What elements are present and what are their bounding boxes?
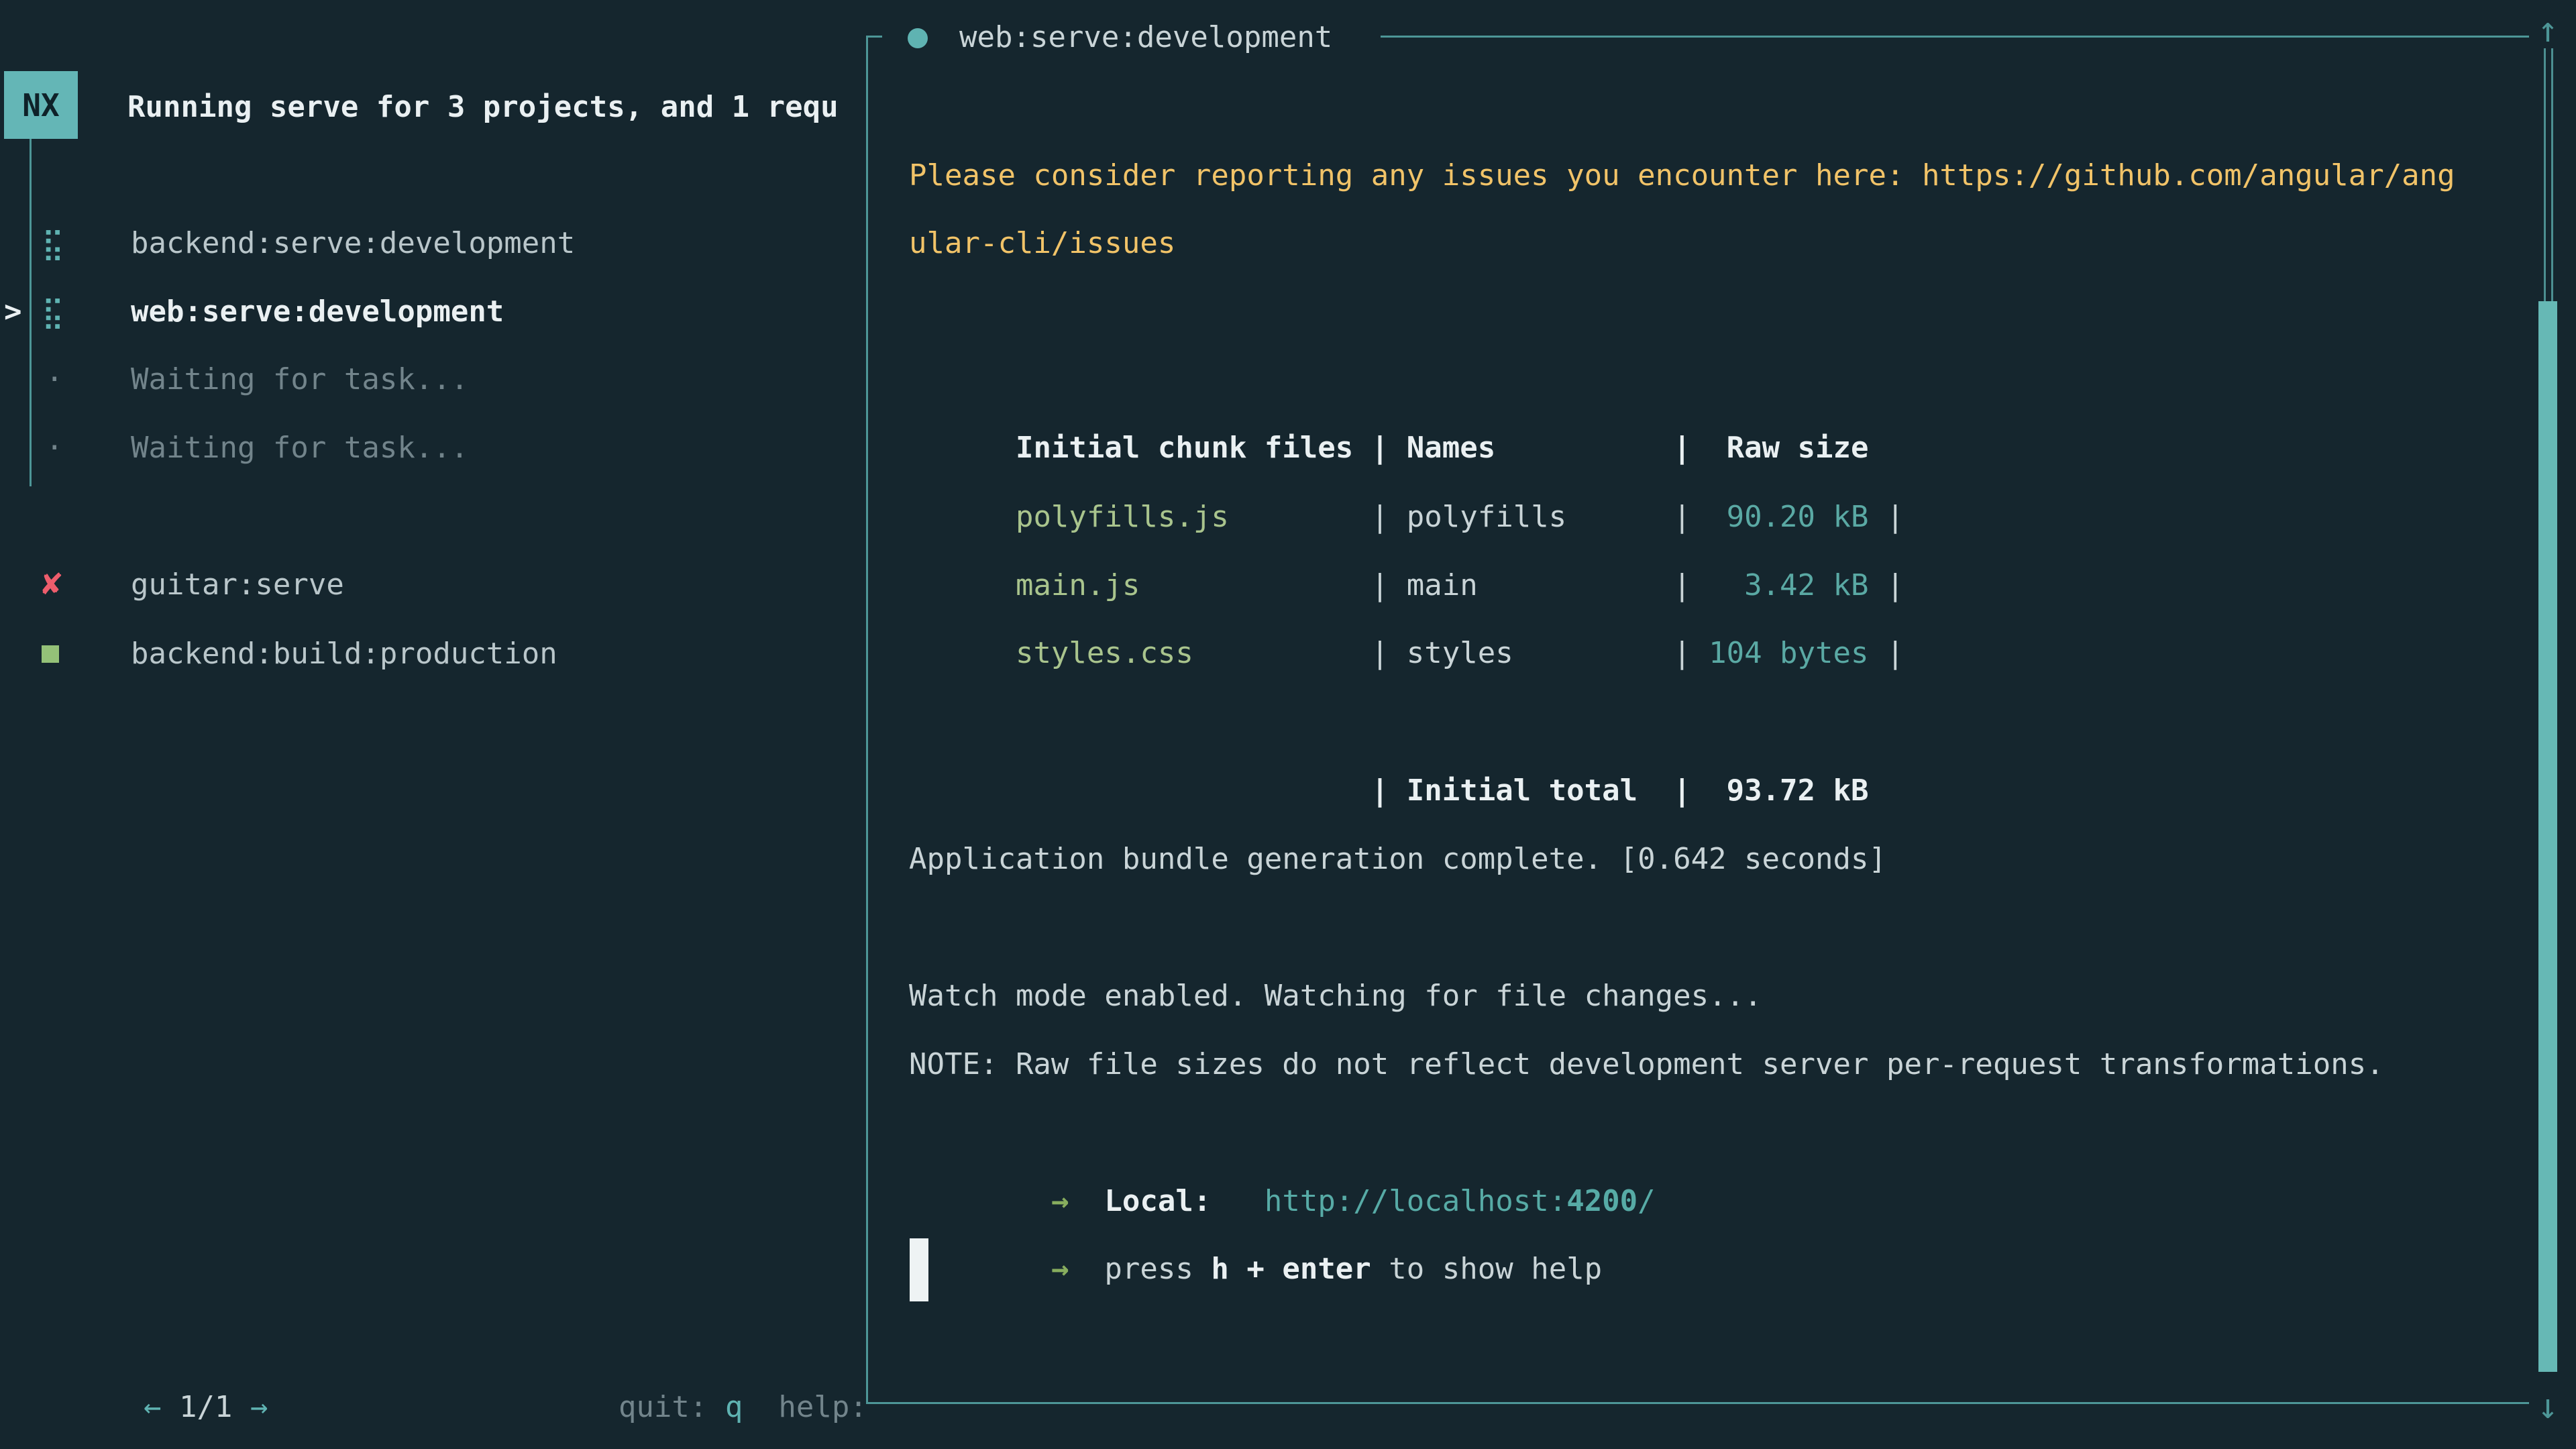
chunk-table-row: styles.css | styles | 104 bytes | [909,551,1904,619]
pipe-divider: | [1371,773,1389,808]
issue-notice-line1: Please consider reporting any issues you… [909,142,2455,210]
terminal-cursor [910,1238,928,1301]
total-size: 93.72 kB [1691,773,1869,808]
spinner-icon: ⣯ [42,278,64,346]
page-count: 1/1 [179,1390,232,1424]
page-indicator [161,1390,179,1424]
running-status-dot-icon [908,28,928,48]
chunk-table-total-row: | Initial total | 93.72 kB [909,688,1869,757]
scrollbar-rail[interactable] [2544,48,2546,301]
total-label: Initial total [1389,773,1673,808]
page-next-arrow-icon[interactable]: → [250,1390,268,1424]
note-line: NOTE: Raw file sizes do not reflect deve… [909,1030,2384,1099]
chunk-table-header: Initial chunk files | Names | Raw size [909,345,1869,414]
help-hint-post: to show help [1371,1252,1602,1286]
task-label: backend:build:production [131,620,557,688]
pipe-divider: | [1673,636,1691,670]
sidebar: NX Running serve for 3 projects, and 1 r… [0,0,864,1449]
spinner-icon: ⣯ [42,209,64,278]
task-label: web:serve:development [131,278,504,346]
prompt-arrow-icon: → [1051,1252,1069,1286]
panel-border-top [866,36,882,38]
chunk-file: styles.css [1016,636,1371,670]
watch-mode-line: Watch mode enabled. Watching for file ch… [909,962,1762,1030]
success-square-icon [42,645,59,663]
panel-border-top [1381,36,2529,38]
task-label: Waiting for task... [131,414,468,482]
shortcut-hints: quit: q help: ? [512,1305,864,1373]
scroll-up-arrow-icon[interactable]: ↑ [2528,7,2568,54]
chunk-table-row: polyfills.js | polyfills | 90.20 kB | [909,415,1904,483]
bundle-complete-line: Application bundle generation complete. … [909,825,1886,894]
quit-key[interactable]: q [725,1390,743,1424]
issue-notice-line2: ular-cli/issues [909,209,1175,278]
pipe-divider: | [1673,773,1691,808]
pipe-divider: | [1371,636,1389,670]
local-url-line: → Local: http://localhost:4200/ [909,1099,1656,1167]
scrollbar-rail[interactable] [2551,48,2553,301]
pipe-divider: | [1886,636,1904,670]
pagination: ← 1/1 → [37,1305,268,1373]
task-label: Waiting for task... [131,345,468,414]
waiting-dot-icon: · [46,414,64,482]
nx-terminal-ui: NX Running serve for 3 projects, and 1 r… [0,0,2576,1449]
panel-title: web:serve:development [959,3,1332,72]
help-label: help: [778,1390,864,1424]
nx-logo-label: NX [22,87,59,123]
chunk-name: styles [1389,636,1673,670]
task-tree-line [30,139,32,486]
scrollbar-thumb[interactable] [2538,301,2557,1372]
page-prev-arrow-icon[interactable]: ← [144,1390,162,1424]
task-label: backend:serve:development [131,209,575,278]
help-hint-pre: press [1104,1252,1211,1286]
scroll-down-arrow-icon[interactable]: ↓ [2528,1383,2568,1430]
nx-logo-badge: NX [4,71,78,139]
help-hint-keys: h + enter [1211,1252,1371,1286]
panel-border-left [866,36,868,1404]
chunk-table-row: main.js | main | 3.42 kB | [909,483,1904,551]
task-label: guitar:serve [131,551,344,619]
panel-border-bottom [866,1402,2529,1404]
sidebar-header-title: Running serve for 3 projects, and 1 requ [127,73,839,142]
waiting-dot-icon: · [46,345,64,414]
failed-cross-icon: ✘ [39,551,64,619]
chunk-size: 104 bytes [1691,636,1886,670]
help-hint-line: → press h + enter to show help [909,1167,1602,1235]
selected-chevron-icon: > [4,278,22,346]
quit-label: quit: [619,1390,725,1424]
